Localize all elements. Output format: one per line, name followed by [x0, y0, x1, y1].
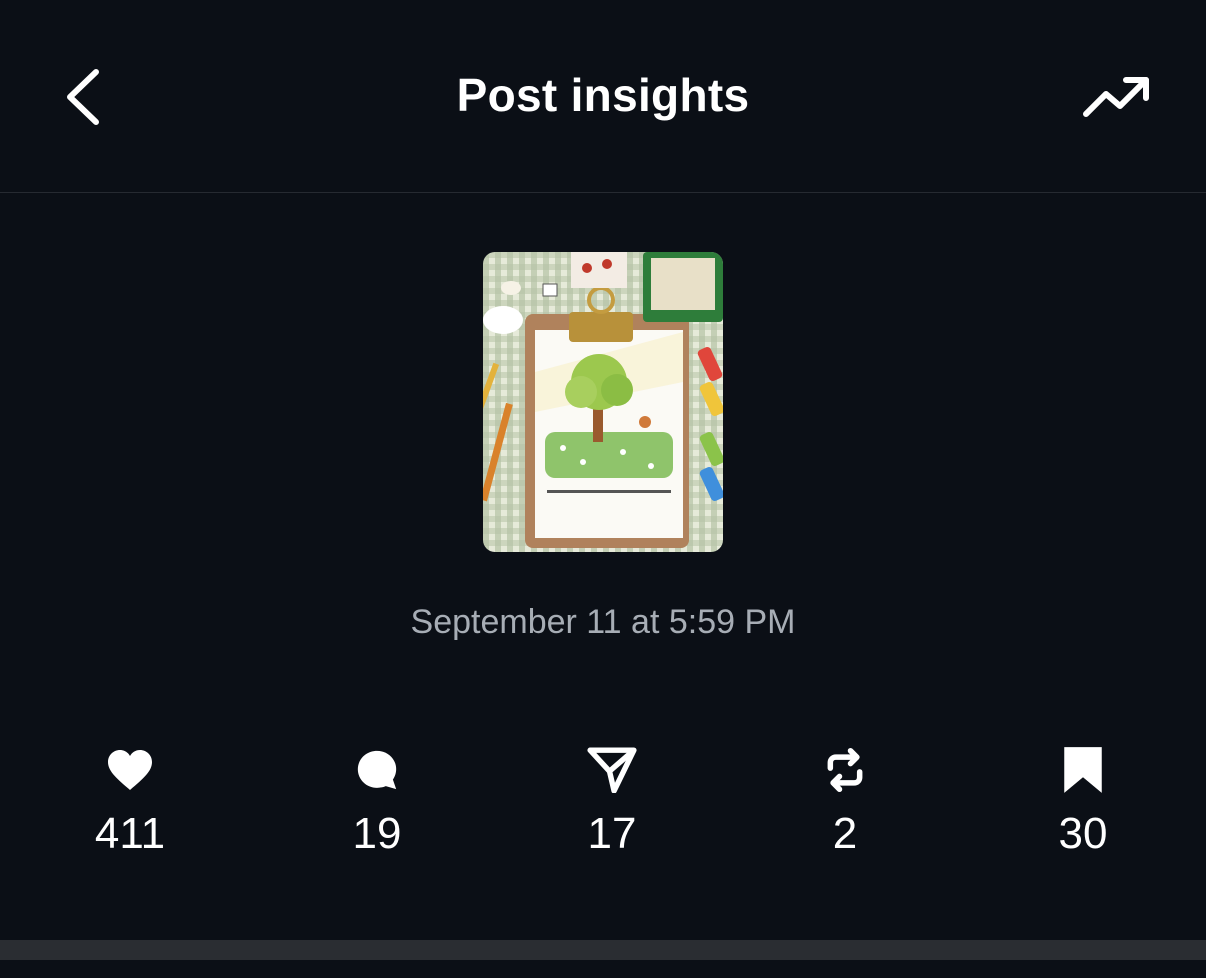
comments-count: 19 — [352, 809, 402, 858]
post-timestamp: September 11 at 5:59 PM — [410, 603, 796, 641]
send-icon — [587, 747, 637, 793]
bookmark-icon — [1064, 747, 1102, 793]
repost-icon — [827, 748, 863, 792]
header-divider — [0, 192, 1206, 193]
saves-count: 30 — [1058, 809, 1108, 858]
comment-icon — [357, 750, 397, 790]
stat-saves[interactable]: 30 — [1003, 740, 1163, 862]
header: Post insights — [0, 0, 1206, 192]
reposts-count: 2 — [832, 809, 858, 858]
stat-comments[interactable]: 19 — [297, 740, 457, 862]
stat-reposts[interactable]: 2 — [765, 740, 925, 862]
section-separator — [0, 940, 1206, 960]
trending-up-icon — [1083, 77, 1149, 117]
insights-trend-button[interactable] — [1080, 72, 1154, 122]
page-title: Post insights — [456, 69, 750, 121]
post-thumbnail[interactable] — [483, 252, 723, 552]
heart-icon — [108, 750, 152, 790]
shares-count: 17 — [587, 809, 637, 858]
stat-shares[interactable]: 17 — [532, 740, 692, 862]
stat-likes[interactable]: 411 — [50, 740, 210, 862]
likes-count: 411 — [94, 809, 166, 858]
